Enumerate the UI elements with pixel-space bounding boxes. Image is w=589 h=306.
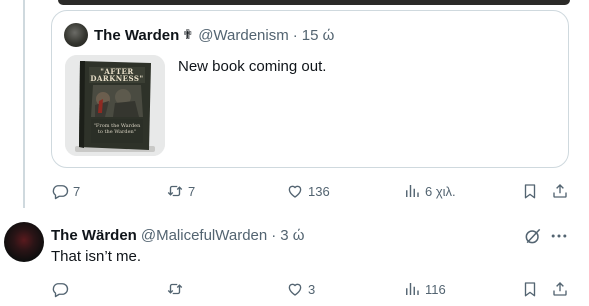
quoted-tweet-time[interactable]: 15 ώ bbox=[302, 27, 335, 44]
reply-tweet-text: That isn’t me. bbox=[51, 248, 142, 265]
repost-button[interactable]: 7 bbox=[166, 181, 195, 201]
more-icon bbox=[549, 226, 569, 246]
like-count: 3 bbox=[308, 281, 316, 297]
views-icon bbox=[403, 280, 421, 298]
thread-connector-line bbox=[23, 0, 25, 208]
separator-dot: · bbox=[292, 26, 298, 44]
reply-tweet[interactable]: The Wärden @MalicefulWarden · 3 ώ That i… bbox=[0, 208, 589, 306]
share-icon bbox=[551, 280, 569, 298]
reply-tweet-header: The Wärden @MalicefulWarden · 3 ώ bbox=[51, 225, 304, 245]
tweet-action-bar: 7 7 136 6 χιλ. bbox=[51, 181, 571, 201]
reply-count: 7 bbox=[73, 183, 81, 199]
views-count: 6 χιλ. bbox=[425, 183, 456, 199]
reply-author-avatar[interactable] bbox=[4, 222, 44, 262]
bookmark-icon bbox=[521, 182, 539, 200]
like-count: 136 bbox=[308, 183, 330, 199]
reply-tweet-time[interactable]: 3 ώ bbox=[280, 227, 304, 244]
separator-dot: · bbox=[271, 226, 277, 244]
share-button[interactable] bbox=[551, 279, 569, 299]
reply-icon bbox=[51, 182, 69, 200]
cross-badge-icon: ✟ bbox=[182, 27, 194, 42]
repost-count: 7 bbox=[188, 183, 196, 199]
views-button[interactable]: 116 bbox=[403, 279, 446, 299]
grok-icon bbox=[523, 226, 543, 246]
reply-action-bar: 3 116 bbox=[51, 279, 571, 299]
reply-button[interactable] bbox=[51, 279, 73, 299]
share-icon bbox=[551, 182, 569, 200]
views-count: 116 bbox=[425, 281, 446, 297]
quoted-tweet-text: New book coming out. bbox=[178, 58, 327, 75]
quoted-tweet-header: The Warden ✟ @Wardenism · 15 ώ bbox=[64, 23, 334, 47]
repost-button[interactable] bbox=[166, 279, 188, 299]
grok-button[interactable] bbox=[523, 226, 543, 246]
share-button[interactable] bbox=[551, 181, 569, 201]
like-button[interactable]: 136 bbox=[286, 181, 330, 201]
previous-tweet-media[interactable] bbox=[58, 0, 570, 5]
book-cover-image[interactable]: "AFTER DARKNESS" "From the Warden to the… bbox=[65, 55, 165, 156]
quoted-author-name[interactable]: The Warden bbox=[94, 27, 179, 44]
reply-icon bbox=[51, 280, 69, 298]
reply-button[interactable]: 7 bbox=[51, 181, 80, 201]
quoted-author-avatar[interactable] bbox=[64, 23, 88, 47]
like-icon bbox=[286, 280, 304, 298]
views-button[interactable]: 6 χιλ. bbox=[403, 181, 456, 201]
repost-icon bbox=[166, 280, 184, 298]
bookmark-icon bbox=[521, 280, 539, 298]
views-icon bbox=[403, 182, 421, 200]
reply-author-handle[interactable]: @MalicefulWarden bbox=[141, 227, 267, 244]
repost-icon bbox=[166, 182, 184, 200]
reply-author-name[interactable]: The Wärden bbox=[51, 227, 137, 244]
quoted-tweet-card[interactable]: The Warden ✟ @Wardenism · 15 ώ "AFTER DA… bbox=[51, 10, 569, 168]
like-button[interactable]: 3 bbox=[286, 279, 315, 299]
like-icon bbox=[286, 182, 304, 200]
bookmark-button[interactable] bbox=[521, 181, 539, 201]
book-cover-subtitle: "From the Warden to the Warden" bbox=[93, 123, 141, 135]
quoted-author-handle[interactable]: @Wardenism bbox=[198, 27, 289, 44]
book-cover-title: "AFTER DARKNESS" bbox=[90, 67, 144, 83]
more-options-button[interactable] bbox=[549, 226, 569, 246]
bookmark-button[interactable] bbox=[521, 279, 539, 299]
